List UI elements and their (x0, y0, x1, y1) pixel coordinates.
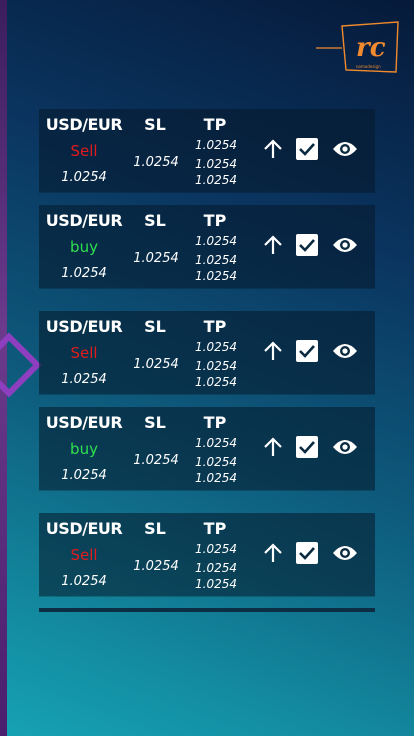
checkbox-checked-icon[interactable] (293, 337, 321, 365)
eye-icon[interactable] (328, 337, 362, 365)
take-profit-1: 1.0254 (195, 234, 237, 248)
trade-card[interactable]: USD/EUR SL TP Sell 1.0254 1.0254 1.0254 1.0254 1… (39, 311, 375, 394)
checkbox-checked-icon[interactable] (293, 433, 321, 461)
arrow-up-icon[interactable] (259, 539, 287, 567)
trade-action: buy (70, 238, 98, 256)
entry-price: 1.0254 (61, 170, 107, 185)
eye-icon[interactable] (328, 539, 362, 567)
take-profit-label: TP (203, 317, 227, 336)
svg-text:nomadesign: nomadesign (356, 64, 381, 69)
currency-pair-label: USD/EUR (45, 211, 123, 230)
take-profit-3: 1.0254 (195, 269, 237, 283)
take-profit-1: 1.0254 (195, 542, 237, 556)
trade-card[interactable]: USD/EUR SL TP buy 1.0254 1.0254 1.0254 1.0254 1.… (39, 407, 375, 490)
entry-price: 1.0254 (61, 574, 107, 589)
take-profit-label: TP (203, 413, 227, 432)
take-profit-3: 1.0254 (195, 577, 237, 591)
entry-price: 1.0254 (61, 372, 107, 387)
take-profit-label: TP (203, 519, 227, 538)
stop-loss-value: 1.0254 (133, 155, 179, 170)
trade-card[interactable]: USD/EUR SL TP buy 1.0254 1.0254 1.0254 1.0254 1.… (39, 205, 375, 288)
take-profit-1: 1.0254 (195, 138, 237, 152)
stop-loss-label: SL (144, 317, 166, 336)
list-bottom-divider (39, 608, 375, 612)
stop-loss-label: SL (144, 519, 166, 538)
arrow-up-icon[interactable] (259, 135, 287, 163)
arrow-up-icon[interactable] (259, 231, 287, 259)
trade-action: Sell (70, 344, 98, 362)
currency-pair-label: USD/EUR (45, 317, 123, 336)
brand-logo: rc nomadesign (312, 18, 404, 76)
trade-action: Sell (70, 546, 98, 564)
take-profit-2: 1.0254 (195, 561, 237, 575)
checkbox-checked-icon[interactable] (293, 231, 321, 259)
stop-loss-value: 1.0254 (133, 559, 179, 574)
stop-loss-label: SL (144, 413, 166, 432)
take-profit-label: TP (203, 115, 227, 134)
trade-action: buy (70, 440, 98, 458)
take-profit-2: 1.0254 (195, 253, 237, 267)
take-profit-1: 1.0254 (195, 436, 237, 450)
entry-price: 1.0254 (61, 266, 107, 281)
eye-icon[interactable] (328, 135, 362, 163)
stop-loss-label: SL (144, 211, 166, 230)
take-profit-2: 1.0254 (195, 455, 237, 469)
side-panel-diamond-icon[interactable] (0, 332, 42, 398)
stop-loss-label: SL (144, 115, 166, 134)
take-profit-3: 1.0254 (195, 471, 237, 485)
checkbox-checked-icon[interactable] (293, 135, 321, 163)
trade-action: Sell (70, 142, 98, 160)
eye-icon[interactable] (328, 433, 362, 461)
take-profit-label: TP (203, 211, 227, 230)
eye-icon[interactable] (328, 231, 362, 259)
arrow-up-icon[interactable] (259, 337, 287, 365)
svg-text:rc: rc (356, 33, 386, 63)
currency-pair-label: USD/EUR (45, 115, 123, 134)
stop-loss-value: 1.0254 (133, 453, 179, 468)
trade-card[interactable]: USD/EUR SL TP Sell 1.0254 1.0254 1.0254 1.0254 1… (39, 109, 375, 192)
stop-loss-value: 1.0254 (133, 251, 179, 266)
take-profit-2: 1.0254 (195, 157, 237, 171)
stop-loss-value: 1.0254 (133, 357, 179, 372)
take-profit-3: 1.0254 (195, 375, 237, 389)
currency-pair-label: USD/EUR (45, 413, 123, 432)
take-profit-2: 1.0254 (195, 359, 237, 373)
checkbox-checked-icon[interactable] (293, 539, 321, 567)
trade-card[interactable]: USD/EUR SL TP Sell 1.0254 1.0254 1.0254 1.0254 1… (39, 513, 375, 596)
currency-pair-label: USD/EUR (45, 519, 123, 538)
take-profit-1: 1.0254 (195, 340, 237, 354)
arrow-up-icon[interactable] (259, 433, 287, 461)
take-profit-3: 1.0254 (195, 173, 237, 187)
entry-price: 1.0254 (61, 468, 107, 483)
